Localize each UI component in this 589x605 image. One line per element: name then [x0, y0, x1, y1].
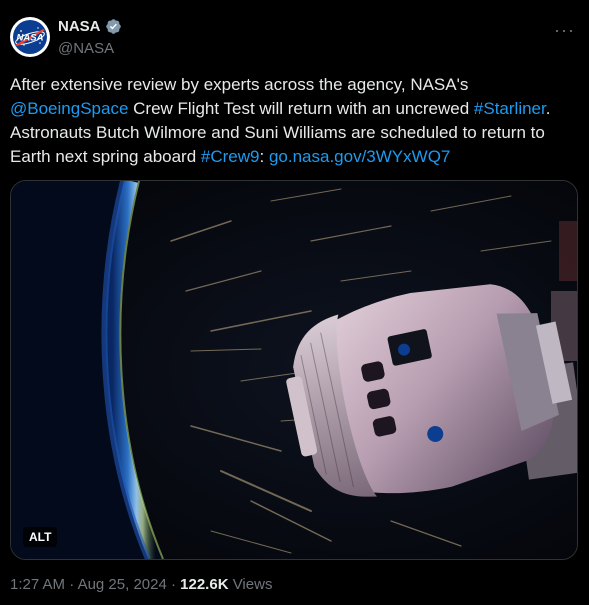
alt-text-badge[interactable]: ALT — [23, 527, 58, 547]
tweet-text-segment: : — [259, 147, 269, 166]
tweet-time[interactable]: 1:27 AM — [10, 576, 65, 593]
tweet-media-photo[interactable]: ALT — [10, 180, 578, 560]
meta-separator: · — [170, 576, 176, 593]
meta-separator: · — [69, 576, 75, 593]
mention-boeingspace-link[interactable]: @BoeingSpace — [10, 99, 128, 118]
views-count[interactable]: 122.6K — [180, 576, 228, 593]
hashtag-crew9-link[interactable]: #Crew9 — [201, 147, 260, 166]
verified-badge-icon[interactable] — [105, 18, 122, 35]
tweet-meta: 1:27 AM · Aug 25, 2024 · 122.6K Views — [10, 576, 272, 593]
author-name[interactable]: NASA — [58, 18, 101, 35]
short-url-link[interactable]: go.nasa.gov/3WYxWQ7 — [269, 147, 450, 166]
svg-text:NASA: NASA — [17, 33, 44, 44]
tweet-text-segment: After extensive review by experts across… — [10, 75, 469, 94]
tweet-text: After extensive review by experts across… — [10, 73, 575, 169]
nasa-avatar[interactable]: NASA — [10, 17, 50, 57]
tweet-text-segment: Crew Flight Test will return with an unc… — [128, 99, 474, 118]
more-options-icon[interactable]: ··· — [554, 20, 575, 41]
views-label: Views — [232, 576, 273, 593]
author-name-row: NASA — [58, 18, 122, 35]
starliner-spacecraft-photo — [11, 181, 577, 559]
nasa-meatball-logo: NASA — [10, 17, 50, 57]
author-handle[interactable]: @NASA — [58, 40, 114, 57]
hashtag-starliner-link[interactable]: #Starliner — [474, 99, 546, 118]
tweet-date[interactable]: Aug 25, 2024 — [78, 576, 167, 593]
